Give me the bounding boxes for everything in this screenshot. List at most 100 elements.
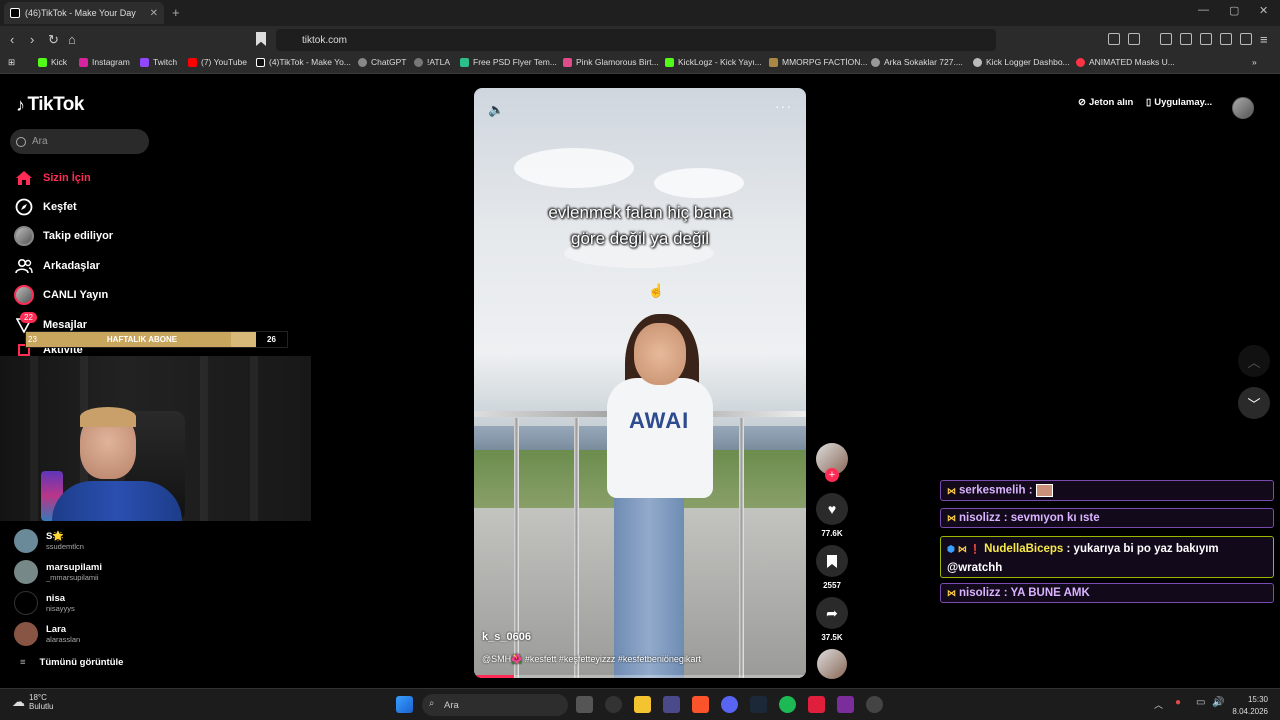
bookmark-atla[interactable]: !ATLA [414, 57, 450, 67]
more-options-icon[interactable]: ··· [775, 98, 792, 114]
instagram-icon [79, 57, 88, 67]
tiktok-icon [256, 57, 265, 67]
person-shirt: AWAI [607, 378, 713, 498]
twitch-icon [140, 57, 149, 67]
video-author[interactable]: k_s_0606 [482, 631, 531, 643]
following-account[interactable]: nisa nisayyys [14, 591, 75, 615]
kick-badge-icon: ⋈ [947, 513, 956, 523]
profile-avatar[interactable] [1232, 97, 1254, 119]
bookmark-youtube[interactable]: (7) YouTube [188, 57, 247, 67]
network-icon[interactable]: ▭ [1196, 697, 1205, 708]
arka-sokaklar-icon [871, 57, 880, 67]
bookmark-instagram[interactable]: Instagram [79, 57, 130, 67]
video-player[interactable]: AWAI 🔈 ··· ☝ evlenmek falan hiç bana gör… [474, 88, 806, 678]
minimize-icon[interactable]: — [1198, 4, 1209, 16]
home-icon[interactable]: ⌂ [68, 32, 76, 47]
maximize-icon[interactable]: ▢ [1229, 4, 1239, 17]
steam-icon[interactable] [605, 696, 622, 713]
nav-for-you[interactable]: Sizin İçin [14, 168, 91, 188]
share-button[interactable]: ➦ 37.5K [816, 597, 848, 642]
brave-icon[interactable] [692, 696, 709, 713]
bookmark-kicklogz[interactable]: KickLogz - Kick Yayı... [665, 57, 762, 67]
previous-video-button[interactable]: ︿ [1238, 345, 1270, 377]
following-account[interactable]: marsupilami _mmarsupilamii [14, 560, 102, 584]
bookmark-tiktok[interactable]: (4)TikTok - Make Yo... [256, 57, 351, 67]
store-icon[interactable] [663, 696, 680, 713]
discord-icon[interactable] [721, 696, 738, 713]
video-progress-bar[interactable] [474, 675, 806, 678]
nav-friends[interactable]: Arkadaşlar [14, 256, 100, 276]
leo-icon[interactable] [1220, 33, 1232, 45]
nav-explore[interactable]: Keşfet [14, 197, 77, 217]
reload-icon[interactable]: ↻ [48, 32, 59, 48]
nav-following[interactable]: Takip ediliyor [14, 226, 113, 246]
bookmark-freepsd[interactable]: Free PSD Flyer Tem... [460, 57, 557, 67]
see-all-button[interactable]: ≡ Tümünü görüntüle [20, 657, 123, 668]
get-app-button[interactable]: ▯ Uygulamay... [1146, 97, 1212, 108]
follow-plus-icon[interactable]: + [825, 468, 839, 482]
tray-arrow-icon[interactable]: ︿ [1154, 698, 1163, 711]
bookmark-pink-birthday[interactable]: Pink Glamorous Birt... [563, 57, 659, 67]
reader-icon[interactable] [1180, 33, 1192, 45]
bookmark-arka-sokaklar[interactable]: Arka Sokaklar 727.... [871, 57, 963, 67]
file-explorer-icon[interactable] [634, 696, 651, 713]
following-account[interactable]: Lara alarasslan [14, 622, 80, 646]
tab-close-icon[interactable]: ✕ [150, 8, 158, 19]
task-view-icon[interactable] [576, 696, 593, 713]
next-app-icon[interactable] [837, 696, 854, 713]
clock[interactable]: 15:30 8.04.2026 [1232, 694, 1268, 718]
avatar [14, 560, 38, 584]
bookmark-count: 2557 [823, 581, 841, 590]
sidebar-icon[interactable] [1128, 33, 1140, 45]
more-bookmarks-icon[interactable]: » [1252, 57, 1257, 67]
streamer [52, 407, 182, 521]
window-close-icon[interactable]: ✕ [1259, 4, 1268, 17]
volume-icon[interactable]: 🔈 [488, 102, 504, 118]
steam-app-icon[interactable] [750, 696, 767, 713]
forward-icon[interactable]: › [30, 32, 34, 47]
next-video-button[interactable]: ﹀ [1238, 387, 1270, 419]
back-icon[interactable]: ‹ [10, 32, 14, 47]
sound-avatar-button[interactable] [816, 649, 848, 679]
bookmark-page-icon[interactable] [256, 32, 266, 46]
obs-icon[interactable] [866, 696, 883, 713]
search-input[interactable]: Ara [10, 129, 149, 154]
nav-live[interactable]: CANLI Yayın [14, 285, 108, 305]
get-coins-button[interactable]: ⊘ Jeton alın [1078, 97, 1133, 108]
bookmark-animated-masks[interactable]: ANIMATED Masks U... [1076, 57, 1175, 67]
bookmark-kick-logger[interactable]: Kick Logger Dashbo... [973, 57, 1070, 67]
following-account[interactable]: S🌟 ssudemtlcn [14, 529, 84, 553]
chevron-up-icon: ︿ [1247, 354, 1261, 370]
media-icon[interactable] [1160, 33, 1172, 45]
tiktok-logo[interactable]: ♪ TikTok [16, 94, 84, 116]
bookmark-mmorpg[interactable]: MMORPG FACTİON... [769, 57, 867, 67]
vpn-icon[interactable] [1240, 33, 1252, 45]
new-tab-icon[interactable]: + [172, 5, 180, 20]
video-description[interactable]: @SMH🌺 #kesfett #keşfetteyizzz #kesfetben… [482, 654, 701, 665]
speaker-icon[interactable]: 🔊 [1212, 697, 1224, 708]
microphone-icon[interactable]: ● [1175, 697, 1181, 708]
bookmark-button[interactable]: 2557 [816, 545, 848, 590]
bookmark-kick[interactable]: Kick [38, 57, 67, 67]
chat-message: ⋈ serkesmelih : [940, 480, 1274, 501]
avatar [14, 529, 38, 553]
weather-widget[interactable]: ☁ 18°C Bulutlu [12, 693, 53, 711]
avatar [14, 622, 38, 646]
windows-start-icon[interactable] [396, 696, 413, 713]
wallet-icon[interactable] [1200, 33, 1212, 45]
browser-tab[interactable]: (46)TikTok - Make Your Day ✕ [4, 2, 164, 24]
bookmark-chatgpt[interactable]: ChatGPT [358, 57, 406, 67]
list-icon: ≡ [20, 657, 26, 668]
url-field[interactable]: tiktok.com [276, 29, 996, 51]
taskbar-search[interactable]: ⌕ Ara [422, 694, 568, 716]
bookmark-twitch[interactable]: Twitch [140, 57, 177, 67]
menu-icon[interactable]: ≡ [1260, 32, 1268, 47]
spotify-icon[interactable] [779, 696, 796, 713]
like-button[interactable]: ♥ 77.6K [816, 493, 848, 538]
like-count: 77.6K [821, 529, 843, 538]
opera-icon[interactable] [808, 696, 825, 713]
apps-grid-icon[interactable]: ⊞ [8, 57, 15, 68]
extensions-icon[interactable] [1108, 33, 1120, 45]
sub-goal-bar: 23 HAFTALIK ABONE 26 [25, 331, 288, 348]
creator-avatar-button[interactable]: + [816, 443, 848, 482]
